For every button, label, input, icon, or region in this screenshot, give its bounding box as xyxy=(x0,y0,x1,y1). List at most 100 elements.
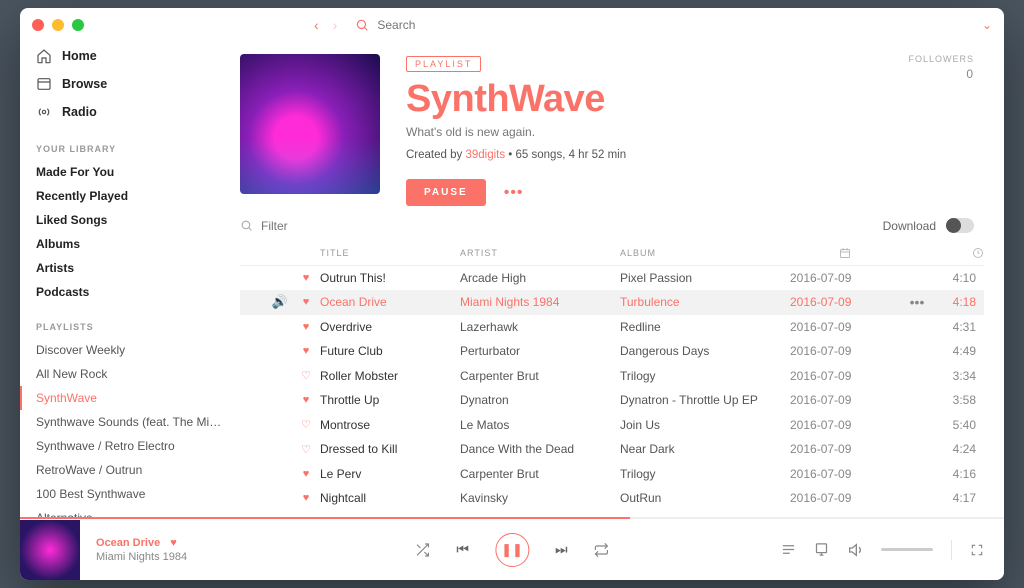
filter-input[interactable] xyxy=(261,219,416,233)
track-artist[interactable]: Lazerhawk xyxy=(460,320,620,334)
track-row[interactable]: ♥Throttle UpDynatronDynatron - Throttle … xyxy=(240,388,984,413)
progress-bar[interactable] xyxy=(20,517,1004,519)
maximize-icon[interactable] xyxy=(72,19,84,31)
minimize-icon[interactable] xyxy=(52,19,64,31)
track-duration: 5:40 xyxy=(934,418,984,432)
track-artist[interactable]: Le Matos xyxy=(460,418,620,432)
search-input[interactable] xyxy=(377,18,467,32)
track-artist[interactable]: Kavinsky xyxy=(460,491,620,505)
filter-field[interactable] xyxy=(240,219,416,233)
nav-browse[interactable]: Browse xyxy=(36,70,224,98)
main-content: PLAYLIST SynthWave What's old is new aga… xyxy=(240,42,1004,518)
like-button[interactable]: ♡ xyxy=(292,418,320,431)
download-toggle[interactable] xyxy=(946,218,974,233)
playlist-creator-link[interactable]: 39digits xyxy=(465,149,505,161)
playlist-cover[interactable] xyxy=(240,54,380,194)
track-artist[interactable]: Dance With the Dead xyxy=(460,442,620,456)
library-item[interactable]: Podcasts xyxy=(36,280,224,304)
like-button[interactable]: ♥ xyxy=(292,296,320,308)
track-album[interactable]: Pixel Passion xyxy=(620,271,790,285)
like-button[interactable]: ♥ xyxy=(292,321,320,333)
library-item[interactable]: Albums xyxy=(36,232,224,256)
track-artist[interactable]: Miami Nights 1984 xyxy=(460,295,620,309)
more-options-button[interactable]: ••• xyxy=(504,184,524,202)
now-playing-artist[interactable]: Miami Nights 1984 xyxy=(96,551,187,563)
playlist-item[interactable]: RetroWave / Outrun xyxy=(36,458,224,482)
track-row[interactable]: ♥Future ClubPerturbatorDangerous Days201… xyxy=(240,339,984,364)
fullscreen-button[interactable] xyxy=(970,543,984,557)
col-title[interactable]: TITLE xyxy=(320,248,460,258)
play-pause-button[interactable]: ❚❚ xyxy=(495,533,529,567)
track-row[interactable]: ♡Roller MobsterCarpenter BrutTrilogy2016… xyxy=(240,364,984,389)
like-button[interactable]: ♥ xyxy=(292,272,320,284)
track-artist[interactable]: Carpenter Brut xyxy=(460,467,620,481)
track-artist[interactable]: Carpenter Brut xyxy=(460,369,620,383)
like-button[interactable]: ♥ xyxy=(292,345,320,357)
track-album[interactable]: Dangerous Days xyxy=(620,344,790,358)
track-album[interactable]: Redline xyxy=(620,320,790,334)
nav-home[interactable]: Home xyxy=(36,42,224,70)
track-album[interactable]: Near Dark xyxy=(620,442,790,456)
library-item[interactable]: Made For You xyxy=(36,160,224,184)
track-artist[interactable]: Perturbator xyxy=(460,344,620,358)
track-row[interactable]: 🔊♥Ocean DriveMiami Nights 1984Turbulence… xyxy=(240,290,984,315)
library-item[interactable]: Recently Played xyxy=(36,184,224,208)
browse-icon xyxy=(36,76,52,92)
track-row[interactable]: ♥Outrun This!Arcade HighPixel Passion201… xyxy=(240,266,984,291)
track-row[interactable]: ♡MontroseLe MatosJoin Us2016-07-095:40 xyxy=(240,413,984,438)
pause-button[interactable]: PAUSE xyxy=(406,179,486,206)
back-button[interactable]: ‹ xyxy=(314,17,319,33)
playlist-item[interactable]: Discover Weekly xyxy=(36,338,224,362)
track-duration: 4:17 xyxy=(934,491,984,505)
playlist-item[interactable]: Synthwave / Retro Electro xyxy=(36,434,224,458)
like-button[interactable]: ♥ xyxy=(292,394,320,406)
library-item[interactable]: Liked Songs xyxy=(36,208,224,232)
track-album[interactable]: OutRun xyxy=(620,491,790,505)
queue-button[interactable] xyxy=(781,542,796,557)
track-album[interactable]: Join Us xyxy=(620,418,790,432)
col-date[interactable] xyxy=(790,247,900,259)
playlist-item[interactable]: Synthwave Sounds (feat. The Midnight, … xyxy=(36,410,224,434)
playlist-item[interactable]: 100 Best Synthwave xyxy=(36,482,224,506)
track-album[interactable]: Trilogy xyxy=(620,467,790,481)
like-button[interactable]: ♥ xyxy=(292,492,320,504)
col-album[interactable]: ALBUM xyxy=(620,248,790,258)
now-playing-title[interactable]: Ocean Drive xyxy=(96,537,160,549)
track-row[interactable]: ♡Dressed to KillDance With the DeadNear … xyxy=(240,437,984,462)
now-playing-art[interactable] xyxy=(20,520,80,580)
track-row[interactable]: ♥NightcallKavinskyOutRun2016-07-094:17 xyxy=(240,486,984,511)
forward-button[interactable]: › xyxy=(333,17,338,33)
like-now-playing-button[interactable]: ♥ xyxy=(170,537,177,549)
col-duration[interactable] xyxy=(934,247,984,259)
track-duration: 3:58 xyxy=(934,393,984,407)
next-button[interactable]: ⏭ xyxy=(555,541,568,558)
nav-radio[interactable]: Radio xyxy=(36,98,224,126)
track-album[interactable]: Trilogy xyxy=(620,369,790,383)
volume-slider[interactable] xyxy=(881,548,933,551)
track-row[interactable]: ♥Le PervCarpenter BrutTrilogy2016-07-094… xyxy=(240,462,984,487)
track-date: 2016-07-09 xyxy=(790,393,900,407)
library-item[interactable]: Artists xyxy=(36,256,224,280)
search-field[interactable] xyxy=(355,18,467,32)
volume-button[interactable] xyxy=(847,542,863,558)
like-button[interactable]: ♥ xyxy=(292,468,320,480)
playlist-tagline: What's old is new again. xyxy=(406,125,882,139)
previous-button[interactable]: ⏮ xyxy=(456,541,469,558)
devices-button[interactable] xyxy=(814,542,829,557)
like-button[interactable]: ♡ xyxy=(292,443,320,456)
chevron-down-icon[interactable]: ⌄ xyxy=(982,18,992,32)
track-more-button[interactable]: ••• xyxy=(900,294,934,310)
playlist-item[interactable]: SynthWave xyxy=(20,386,224,410)
track-artist[interactable]: Arcade High xyxy=(460,271,620,285)
playlist-item[interactable]: All New Rock xyxy=(36,362,224,386)
like-button[interactable]: ♡ xyxy=(292,369,320,382)
track-album[interactable]: Turbulence xyxy=(620,295,790,309)
track-row[interactable]: ♥OverdriveLazerhawkRedline2016-07-094:31 xyxy=(240,315,984,340)
shuffle-button[interactable] xyxy=(414,542,430,558)
track-album[interactable]: Dynatron - Throttle Up EP xyxy=(620,393,790,407)
track-date: 2016-07-09 xyxy=(790,418,900,432)
col-artist[interactable]: ARTIST xyxy=(460,248,620,258)
repeat-button[interactable] xyxy=(594,542,610,558)
track-artist[interactable]: Dynatron xyxy=(460,393,620,407)
close-icon[interactable] xyxy=(32,19,44,31)
